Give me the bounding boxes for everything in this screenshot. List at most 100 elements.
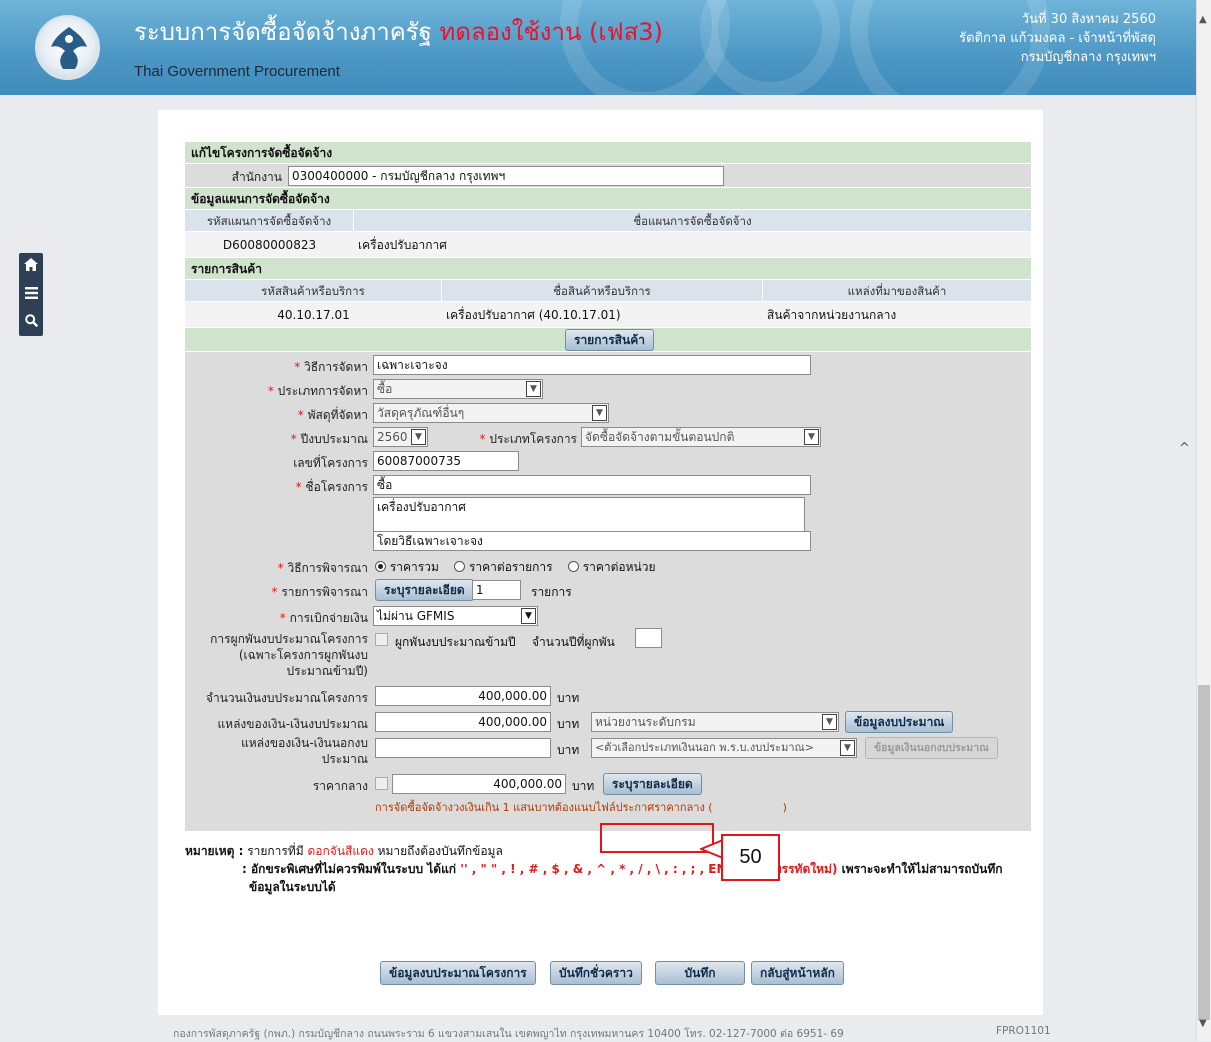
multi-year-checkbox-label: ผูกพันงบประมาณข้ามปี (395, 635, 516, 649)
budget-label: จำนวนเงินงบประมาณโครงการ (205, 691, 368, 705)
supply-label: * พัสดุที่จัดหา (297, 408, 368, 422)
source-budget-label: แหล่งของเงิน-เงินงบประมาณ (217, 717, 368, 731)
plan-code: D60080000823 (222, 238, 317, 252)
method-label: * วิธีการจัดหา (294, 360, 368, 374)
office-field[interactable]: 0300400000 - กรมบัญชีกลาง กรุงเทพฯ (288, 166, 724, 186)
supply-select[interactable]: วัสดุครุภัณฑ์อื่นๆ ▼ (373, 403, 609, 423)
median-price-unit: บาท (572, 779, 595, 793)
radio-per-item[interactable] (454, 561, 466, 572)
project-name-label: * ชื่อโครงการ (295, 480, 368, 494)
plan-name: เครื่องปรับอากาศ (358, 238, 447, 252)
plan-col-code: รหัสแผนการจัดซื้อจัดจ้าง (185, 210, 354, 231)
chevron-down-icon: ▼ (411, 429, 426, 445)
median-warning: การจัดซื้อจัดจ้างวงเงินเกิน 1 แสนบาทต้อง… (375, 801, 787, 814)
note-line-2: : อักขระพิเศษที่ไม่ควรพิมพ์ในระบบ ได้แก่… (242, 862, 1003, 876)
section-items: รายการสินค้า (185, 258, 1031, 280)
chevron-down-icon: ▼ (822, 714, 837, 730)
multi-year-count-field[interactable] (635, 628, 662, 648)
median-detail-button[interactable]: ระบุรายละเอียด (603, 773, 702, 795)
project-type-select[interactable]: จัดซื้อจัดจ้างตามขั้นตอนปกติ ▼ (581, 427, 821, 447)
plan-row: D60080000823 เครื่องปรับอากาศ (185, 232, 1031, 258)
save-draft-button[interactable]: บันทึกชั่วคราว (550, 961, 642, 985)
trial-label: ทดลองใช้งาน (เฟส3) (439, 18, 663, 46)
budget-field[interactable]: 400,000.00 (375, 686, 551, 706)
item-row: 40.10.17.01 เครื่องปรับอากาศ (40.10.17.0… (185, 302, 1031, 328)
chevron-down-icon: ▼ (592, 405, 607, 421)
menu-icon[interactable] (19, 282, 43, 306)
consider-items-label: * รายการพิจารณา (271, 585, 369, 599)
project-name-suffix[interactable]: โดยวิธีเฉพาะเจาะจง (373, 531, 811, 551)
note-line-3: ข้อมูลในระบบได้ (249, 880, 336, 894)
header-decoration (700, 0, 840, 95)
office-label: สำนักงาน (231, 170, 282, 184)
chevron-down-icon: ▼ (804, 429, 819, 445)
search-icon[interactable] (19, 310, 43, 334)
budget-info-button[interactable]: ข้อมูลงบประมาณ (845, 711, 954, 733)
radio-per-unit[interactable] (567, 561, 579, 572)
source-offbudget-field[interactable] (375, 738, 551, 758)
source-budget-field[interactable]: 400,000.00 (375, 712, 551, 732)
section-edit-project: แก้ไขโครงการจัดซื้อจัดจ้าง (185, 142, 1031, 164)
scroll-up-icon[interactable]: ▲ (1199, 14, 1207, 25)
chevron-down-icon: ▼ (521, 608, 536, 624)
item-name: เครื่องปรับอากาศ (40.10.17.01) (446, 308, 621, 322)
type-select[interactable]: ซื้อ ▼ (373, 379, 543, 399)
item-source: สินค้าจากหน่วยงานกลาง (767, 308, 897, 322)
consider-method-label: * วิธีการพิจารณา (277, 561, 368, 575)
offbudget-info-button[interactable]: ข้อมูลเงินนอกงบประมาณ (865, 737, 998, 759)
year-label: * ปีงบประมาณ (290, 432, 368, 446)
disburse-select[interactable]: ไม่ผ่าน GFMIS ▼ (373, 606, 538, 626)
multi-year-label: การผูกพันงบประมาณโครงการ (เฉพาะโครงการผูก… (210, 632, 368, 678)
step-callout: 50 (721, 834, 780, 881)
app-header: ระบบการจัดซื้อจัดจ้างภาครัฐ ทดลองใช้งาน … (0, 0, 1196, 95)
user-info: วันที่ 30 สิงหาคม 2560 รัตติกาล แก้วมงคล… (959, 10, 1156, 67)
budget-unit: บาท (557, 691, 580, 705)
project-no-field[interactable]: 60087000735 (373, 451, 519, 471)
save-button[interactable]: บันทึก (655, 961, 745, 985)
side-nav (19, 253, 43, 336)
app-subtitle: Thai Government Procurement (134, 63, 340, 80)
project-no-label: เลขที่โครงการ (293, 456, 368, 470)
current-date: วันที่ 30 สิงหาคม 2560 (1021, 12, 1156, 27)
scrollbar-thumb[interactable] (1198, 685, 1210, 1020)
consider-items-count[interactable]: 1 (472, 580, 521, 600)
chevron-down-icon: ▼ (840, 740, 855, 756)
year-select[interactable]: 2560 ▼ (373, 427, 428, 447)
source-offbudget-label: แหล่งของเงิน-เงินนอกงบประมาณ (241, 736, 368, 766)
median-price-label: ราคากลาง (312, 779, 368, 793)
median-price-checkbox[interactable] (375, 777, 388, 790)
items-table-header: รหัสสินค้าหรือบริการ ชื่อสินค้าหรือบริกา… (185, 280, 1031, 302)
budget-project-button[interactable]: ข้อมูลงบประมาณโครงการ (380, 961, 536, 985)
items-list-button[interactable]: รายการสินค้า (565, 329, 654, 351)
items-button-row: รายการสินค้า (185, 328, 1031, 352)
department-logo (35, 15, 100, 80)
source-budget-select[interactable]: หน่วยงานระดับกรม ▼ (591, 712, 839, 732)
multi-year-checkbox[interactable] (375, 633, 388, 646)
page-scrollbar[interactable]: ▲ ▼ (1196, 0, 1211, 1041)
footer-text: กองการพัสดุภาครัฐ (กพภ.) กรมบัญชีกลาง ถน… (173, 1028, 844, 1040)
plan-col-name: ชื่อแผนการจัดซื้อจัดจ้าง (633, 214, 752, 228)
item-col-source: แหล่งที่มาของสินค้า (847, 284, 947, 298)
radio-total-price[interactable] (375, 561, 386, 572)
item-col-code: รหัสสินค้าหรือบริการ (185, 280, 442, 301)
project-detail-block: * วิธีการจัดหา เฉพาะเจาะจง * ประเภทการจั… (185, 352, 1031, 832)
project-type-label: * ประเภทโครงการ (479, 432, 577, 446)
section-plan: ข้อมูลแผนการจัดซื้อจัดจ้าง (185, 188, 1031, 210)
method-field[interactable]: เฉพาะเจาะจง (373, 355, 811, 375)
consider-detail-button[interactable]: ระบุรายละเอียด (375, 579, 474, 601)
back-home-button[interactable]: กลับสู่หน้าหลัก (751, 961, 844, 985)
form-card: แก้ไขโครงการจัดซื้อจัดจ้าง สำนักงาน 0300… (158, 110, 1043, 1015)
scroll-down-icon[interactable]: ▼ (1199, 1018, 1207, 1029)
disburse-label: * การเบิกจ่ายเงิน (279, 611, 368, 625)
source-offbudget-select[interactable]: <ตัวเลือกประเภทเงินนอก พ.ร.บ.งบประมาณ> ▼ (591, 738, 857, 758)
source-budget-unit: บาท (557, 717, 580, 731)
consider-method-group: ราคารวม ราคาต่อรายการ ราคาต่อหน่วย (375, 558, 656, 577)
plan-table-header: รหัสแผนการจัดซื้อจัดจ้าง ชื่อแผนการจัดซื… (185, 210, 1031, 232)
project-name-field[interactable]: เครื่องปรับอากาศ (373, 497, 805, 532)
type-label: * ประเภทการจัดหา (267, 384, 368, 398)
project-name-prefix[interactable]: ซื้อ (373, 475, 811, 495)
home-icon[interactable] (19, 254, 43, 278)
chevron-down-icon: ▼ (526, 381, 541, 397)
chevron-up-icon[interactable]: ^ (1179, 441, 1190, 456)
median-price-field[interactable]: 400,000.00 (392, 774, 566, 794)
